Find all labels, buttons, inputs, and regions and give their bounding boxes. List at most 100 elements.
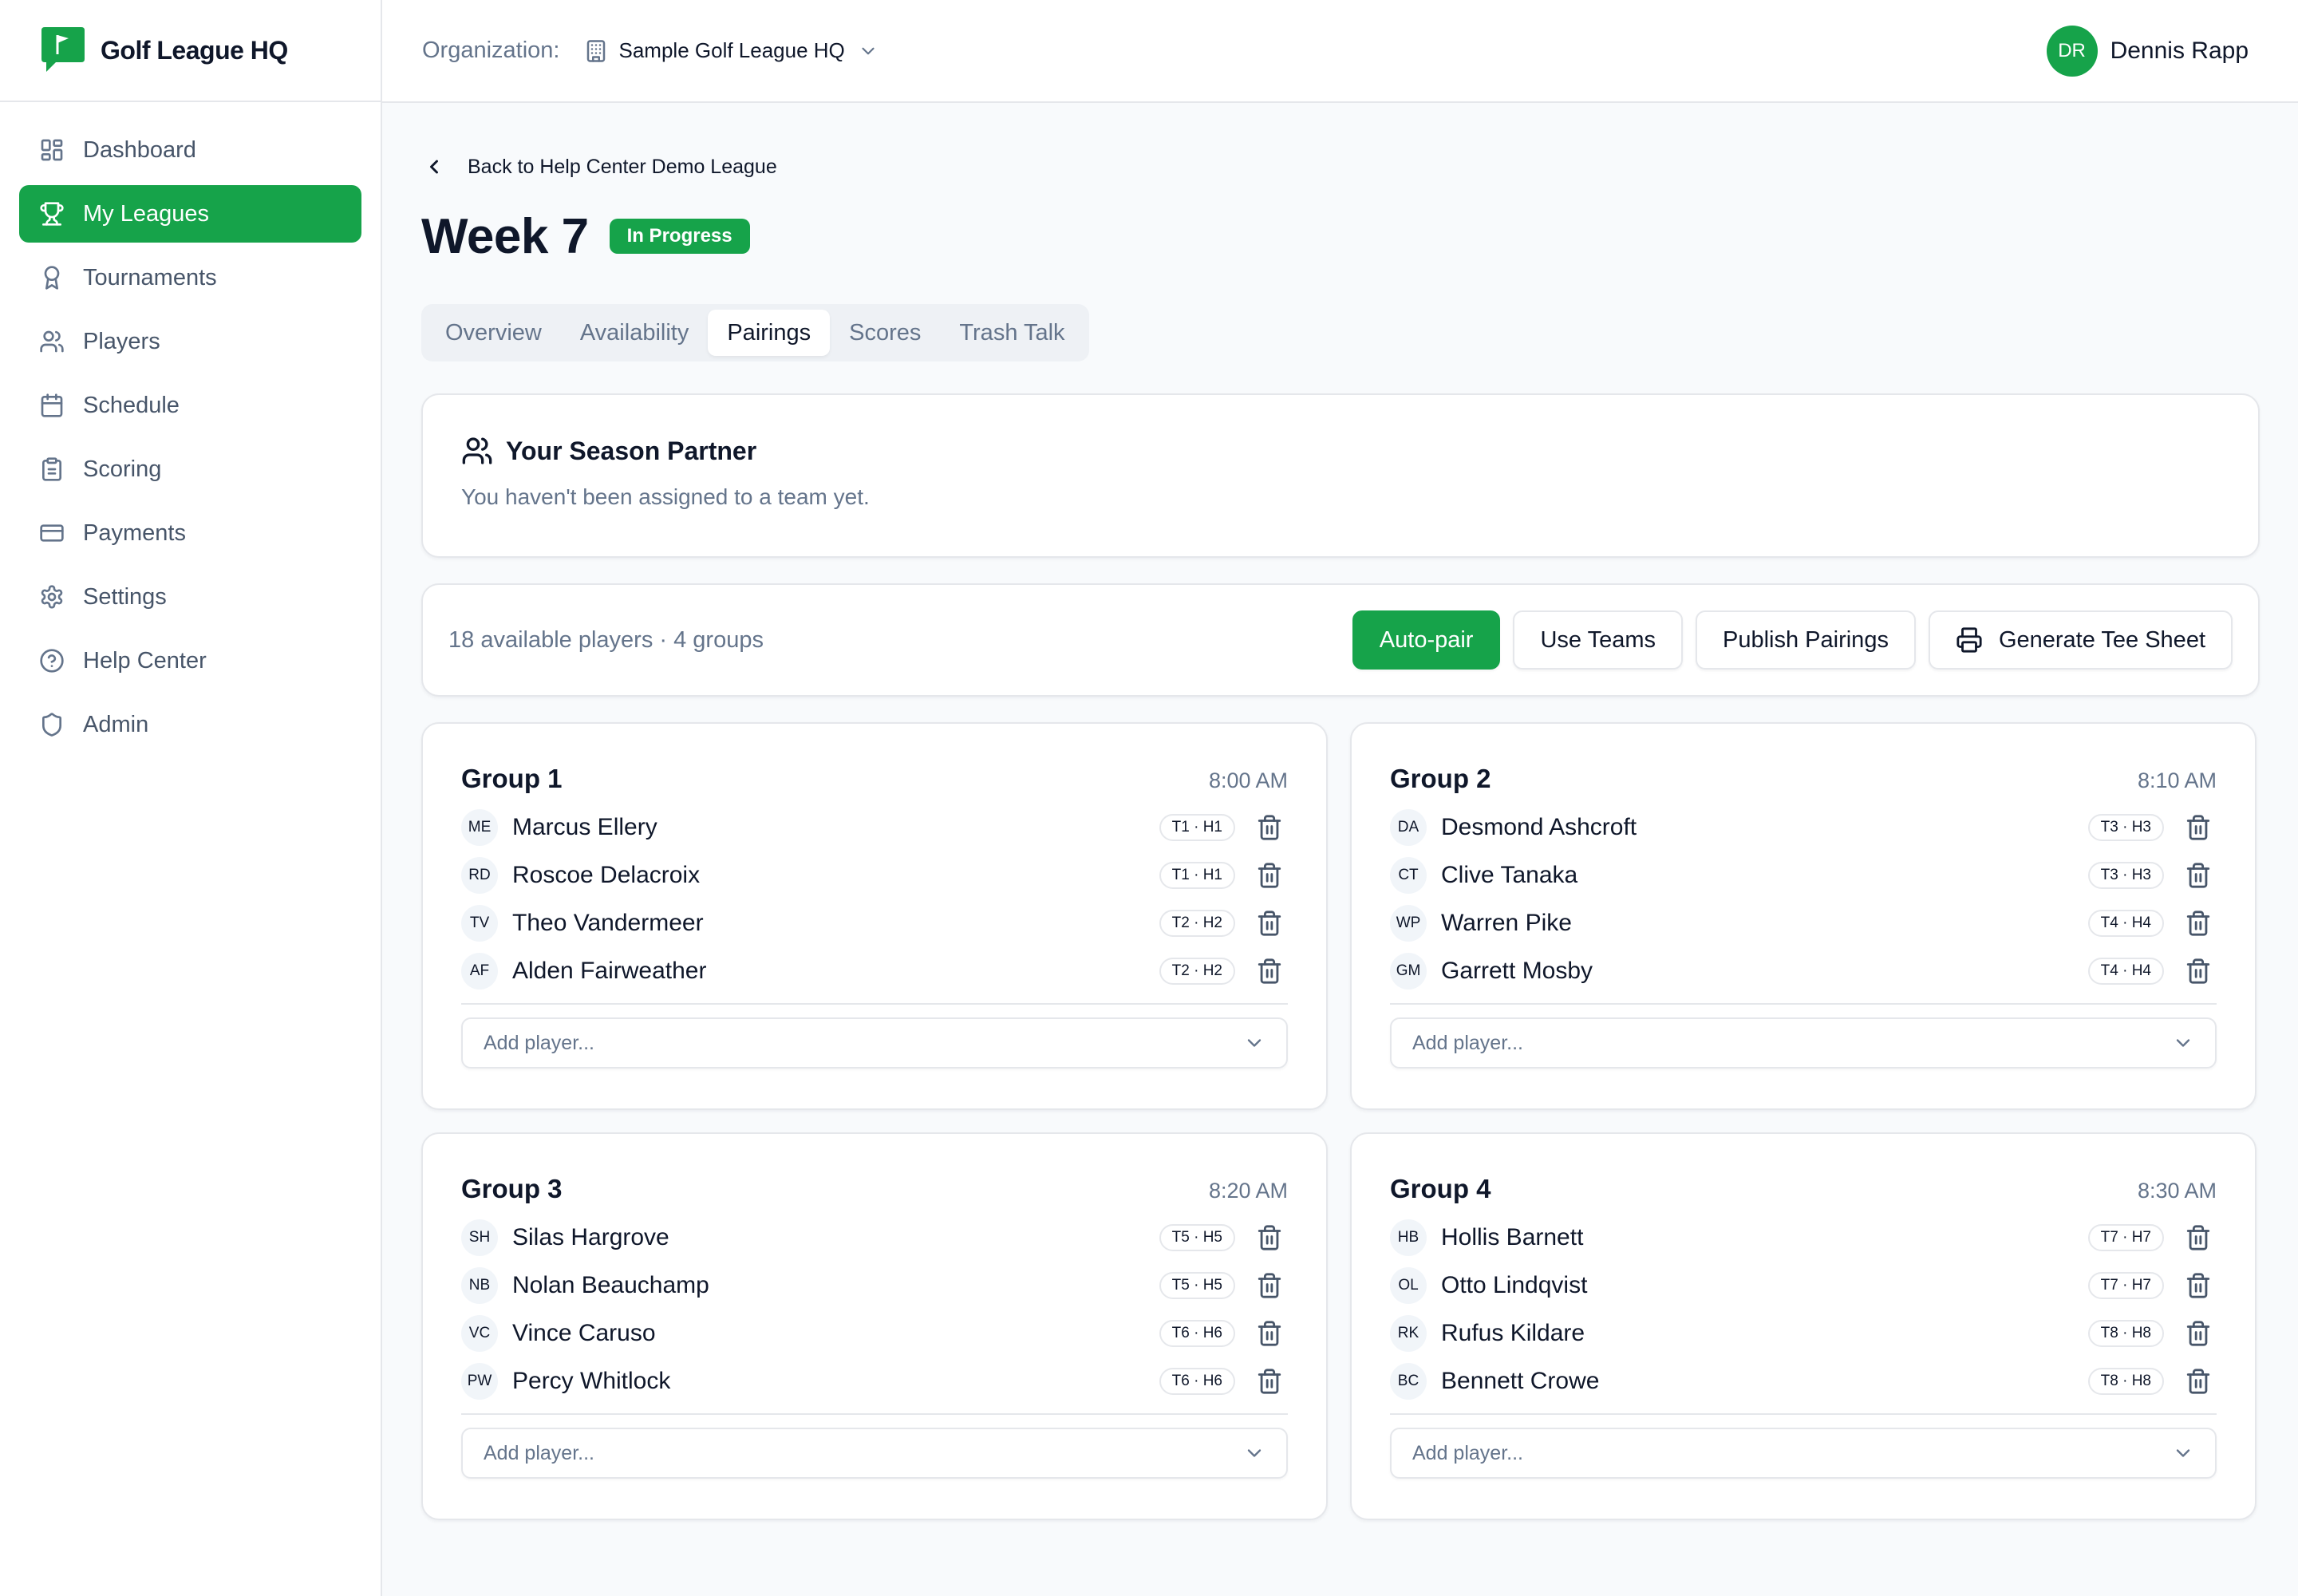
player-name: Percy Whitlock [512, 1368, 671, 1394]
generate-tee-sheet-label: Generate Tee Sheet [1998, 626, 2205, 653]
organization-select[interactable]: Sample Golf League HQ [584, 38, 879, 63]
add-player-placeholder: Add player... [484, 1441, 594, 1464]
player-row: AF Alden Fairweather T2 · H2 [461, 947, 1288, 995]
group-header: Group 2 8:10 AM [1390, 764, 2217, 794]
group-header: Group 3 8:20 AM [461, 1174, 1288, 1204]
player-row: VC Vince Caruso T6 · H6 [461, 1310, 1288, 1357]
credit-card-icon [38, 519, 65, 547]
trash-icon[interactable] [2185, 862, 2212, 889]
trophy-icon [38, 200, 65, 227]
add-player-select[interactable]: Add player... [1390, 1017, 2217, 1069]
trash-icon[interactable] [1256, 1224, 1283, 1251]
tab-scores[interactable]: Scores [830, 310, 940, 356]
use-teams-button[interactable]: Use Teams [1513, 610, 1683, 670]
main-content: Back to Help Center Demo League Week 7 I… [421, 103, 2260, 1520]
sidebar-item-settings[interactable]: Settings [19, 568, 361, 626]
player-name: Garrett Mosby [1441, 958, 1593, 984]
trash-icon[interactable] [1256, 1368, 1283, 1395]
trash-icon[interactable] [2185, 1320, 2212, 1347]
trash-icon[interactable] [2185, 1272, 2212, 1299]
publish-pairings-button[interactable]: Publish Pairings [1696, 610, 1916, 670]
printer-icon [1956, 627, 1982, 653]
player-list: DA Desmond Ashcroft T3 · H3 CT Clive Tan… [1390, 804, 2217, 1005]
trash-icon[interactable] [1256, 814, 1283, 841]
group-name: Group 4 [1390, 1174, 1491, 1203]
sidebar-nav: Dashboard My Leagues Tournaments Players… [0, 102, 381, 779]
brand[interactable]: Golf League HQ [0, 0, 381, 102]
player-row: SH Silas Hargrove T5 · H5 [461, 1214, 1288, 1262]
trash-icon[interactable] [1256, 958, 1283, 985]
back-link[interactable]: Back to Help Center Demo League [421, 151, 2260, 183]
group-name: Group 2 [1390, 764, 1491, 793]
player-initials: TV [461, 905, 498, 942]
tee-badge: T6 · H6 [1159, 1320, 1235, 1347]
tee-badge: T3 · H3 [2087, 862, 2164, 889]
trash-icon[interactable] [1256, 910, 1283, 937]
tee-badge: T1 · H1 [1159, 814, 1235, 841]
player-name: Desmond Ashcroft [1441, 814, 1637, 840]
add-player-select[interactable]: Add player... [461, 1017, 1288, 1069]
building-icon [586, 39, 605, 62]
sidebar-item-help-center[interactable]: Help Center [19, 632, 361, 689]
player-name: Rufus Kildare [1441, 1320, 1585, 1346]
trash-icon[interactable] [1256, 862, 1283, 889]
player-row: GM Garrett Mosby T4 · H4 [1390, 947, 2217, 995]
tab-pairings[interactable]: Pairings [708, 310, 831, 356]
add-player-placeholder: Add player... [1412, 1441, 1523, 1464]
calendar-icon [38, 392, 65, 419]
sidebar-item-players[interactable]: Players [19, 313, 361, 370]
sidebar-item-dashboard[interactable]: Dashboard [19, 121, 361, 179]
pairings-toolbar: 18 available players · 4 groups Auto-pai… [421, 583, 2260, 697]
player-name: Silas Hargrove [512, 1224, 669, 1250]
add-player-select[interactable]: Add player... [1390, 1428, 2217, 1479]
tee-badge: T2 · H2 [1159, 958, 1235, 985]
users-icon [38, 328, 65, 355]
player-initials: GM [1390, 953, 1427, 990]
trash-icon[interactable] [2185, 1368, 2212, 1395]
group-card: Group 4 8:30 AM HB Hollis Barnett T7 · H… [1350, 1132, 2257, 1520]
sidebar-item-schedule[interactable]: Schedule [19, 377, 361, 434]
trash-icon[interactable] [2185, 814, 2212, 841]
generate-tee-sheet-button[interactable]: Generate Tee Sheet [1928, 610, 2233, 670]
trash-icon[interactable] [1256, 1272, 1283, 1299]
sidebar-item-admin[interactable]: Admin [19, 696, 361, 753]
sidebar-item-scoring[interactable]: Scoring [19, 440, 361, 498]
user-menu[interactable]: DR Dennis Rapp [2046, 25, 2249, 77]
tee-badge: T2 · H2 [1159, 910, 1235, 937]
player-row: RD Roscoe Delacroix T1 · H1 [461, 851, 1288, 899]
player-row: TV Theo Vandermeer T2 · H2 [461, 899, 1288, 947]
chevron-down-icon [2172, 1032, 2194, 1054]
sidebar-item-label: Settings [83, 583, 167, 610]
player-row: RK Rufus Kildare T8 · H8 [1390, 1310, 2217, 1357]
help-circle-icon [38, 647, 65, 674]
player-initials: RK [1390, 1315, 1427, 1352]
trash-icon[interactable] [2185, 910, 2212, 937]
sidebar-item-my-leagues[interactable]: My Leagues [19, 185, 361, 243]
player-initials: CT [1390, 857, 1427, 894]
sidebar-item-label: Tournaments [83, 264, 217, 290]
sidebar-item-tournaments[interactable]: Tournaments [19, 249, 361, 306]
add-player-placeholder: Add player... [1412, 1031, 1523, 1054]
trash-icon[interactable] [2185, 958, 2212, 985]
add-player-select[interactable]: Add player... [461, 1428, 1288, 1479]
chevron-left-icon [430, 160, 438, 174]
add-player-placeholder: Add player... [484, 1031, 594, 1054]
tee-badge: T4 · H4 [2087, 910, 2164, 937]
trash-icon[interactable] [1256, 1320, 1283, 1347]
sidebar-item-label: Players [83, 328, 160, 354]
groups-grid: Group 1 8:00 AM ME Marcus Ellery T1 · H1… [421, 722, 2260, 1520]
chevron-down-icon [862, 47, 875, 54]
tab-availability[interactable]: Availability [561, 310, 708, 356]
sidebar-item-payments[interactable]: Payments [19, 504, 361, 562]
trash-icon[interactable] [2185, 1224, 2212, 1251]
auto-pair-button[interactable]: Auto-pair [1352, 610, 1501, 670]
player-list: SH Silas Hargrove T5 · H5 NB Nolan Beauc… [461, 1214, 1288, 1415]
group-card: Group 3 8:20 AM SH Silas Hargrove T5 · H… [421, 1132, 1328, 1520]
tab-trash-talk[interactable]: Trash Talk [940, 310, 1084, 356]
tee-badge: T7 · H7 [2087, 1224, 2164, 1251]
brand-name: Golf League HQ [101, 35, 288, 65]
dashboard-icon [38, 136, 65, 164]
tab-overview[interactable]: Overview [426, 310, 561, 356]
player-name: Clive Tanaka [1441, 862, 1578, 888]
tee-badge: T4 · H4 [2087, 958, 2164, 985]
